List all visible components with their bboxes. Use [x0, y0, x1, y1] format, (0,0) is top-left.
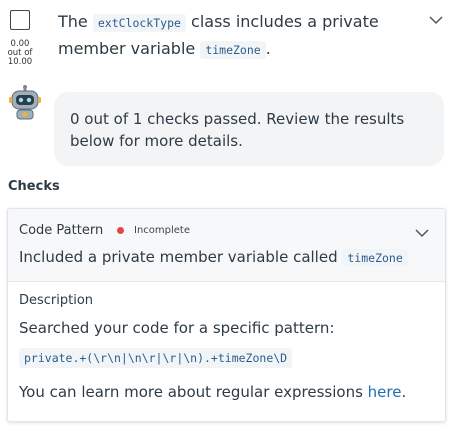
chevron-down-icon[interactable]: [428, 12, 444, 28]
description-heading: Description: [19, 293, 94, 308]
learn-more-link[interactable]: here: [368, 383, 402, 401]
score-total: 10.00: [7, 57, 33, 67]
learn-more-prefix: You can learn more about regular express…: [19, 383, 368, 401]
question-checkbox[interactable]: [10, 10, 30, 30]
check-card-header[interactable]: Code Pattern Incomplete Included a priva…: [8, 209, 445, 282]
check-status: Incomplete: [134, 225, 190, 236]
class-name-code: extClockType: [92, 14, 186, 32]
question-text-before: The: [58, 12, 93, 31]
learn-more-text: You can learn more about regular express…: [19, 381, 406, 403]
check-title: Code Pattern: [19, 223, 104, 238]
question-text-after: .: [265, 39, 271, 58]
check-summary: Included a private member variable calle…: [19, 246, 408, 269]
robot-avatar-icon: [9, 85, 41, 120]
check-summary-text: Included a private member variable calle…: [19, 248, 343, 266]
regex-pattern: private.+(\r\n|\n\r|\r|\n).+timeZone\D: [19, 348, 293, 368]
checks-heading: Checks: [8, 179, 60, 194]
status-dot-icon: [117, 227, 124, 234]
member-variable-code: timeZone: [200, 41, 266, 59]
learn-more-suffix: .: [401, 383, 407, 401]
check-chevron-down-icon[interactable]: [414, 225, 430, 241]
question-text: The extClockType class includes a privat…: [58, 9, 388, 63]
check-card: Code Pattern Incomplete Included a priva…: [7, 208, 446, 422]
description-text: Searched your code for a specific patter…: [19, 319, 335, 337]
check-summary-code: timeZone: [342, 249, 408, 267]
feedback-bubble: 0 out of 1 checks passed. Review the res…: [54, 92, 444, 166]
feedback-message: 0 out of 1 checks passed. Review the res…: [70, 110, 405, 150]
score-display: 0.00 out of 10.00: [4, 40, 36, 67]
